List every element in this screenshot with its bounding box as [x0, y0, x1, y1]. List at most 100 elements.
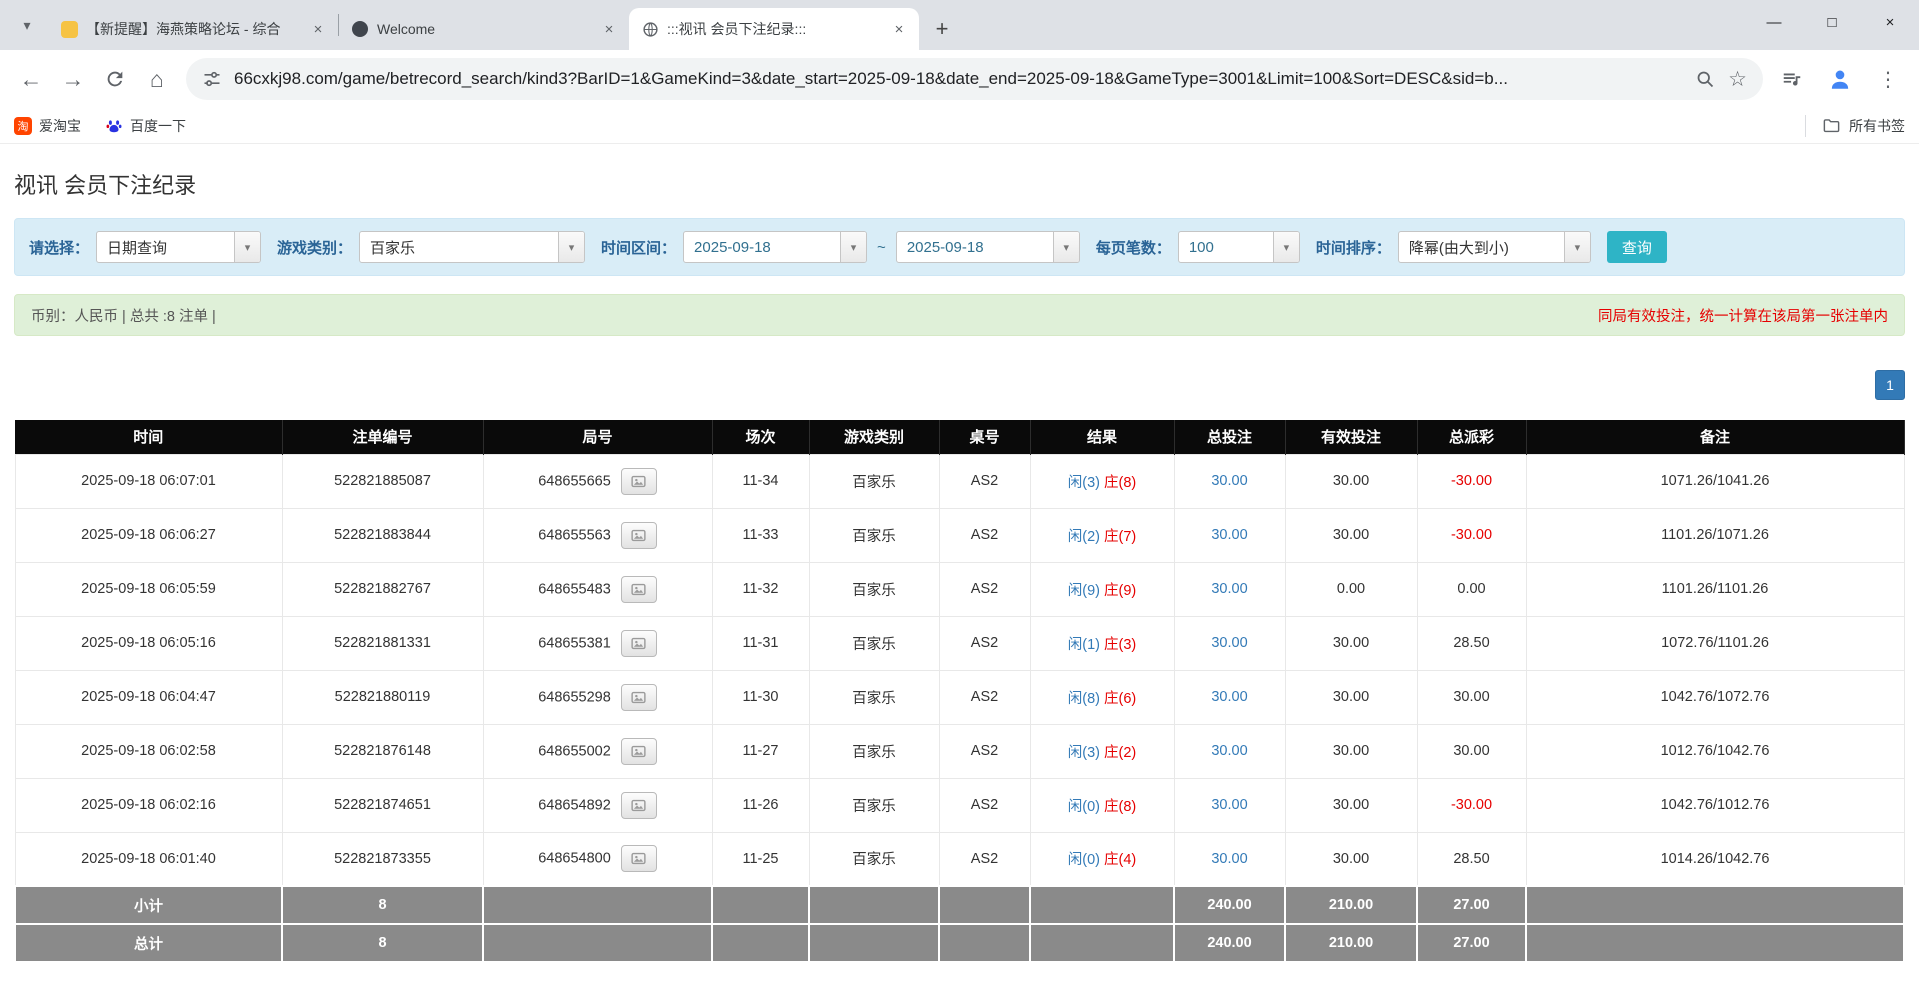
cell-total-bet[interactable]: 30.00: [1174, 508, 1285, 562]
date-end-input[interactable]: 2025-09-18 ▾: [896, 231, 1080, 263]
cell-time: 2025-09-18 06:04:47: [15, 670, 282, 724]
tab-welcome[interactable]: Welcome ×: [339, 8, 629, 50]
profile-avatar[interactable]: [1819, 58, 1861, 100]
cell-total-bet[interactable]: 30.00: [1174, 724, 1285, 778]
cell-game: 百家乐: [809, 616, 939, 670]
tab-close-icon[interactable]: ×: [599, 19, 619, 39]
site-settings-icon[interactable]: [202, 69, 222, 89]
tab-close-icon[interactable]: ×: [889, 19, 909, 39]
back-button[interactable]: ←: [10, 58, 52, 100]
round-replay-button[interactable]: [621, 468, 657, 495]
col-result: 结果: [1030, 420, 1174, 454]
col-table-no: 桌号: [939, 420, 1030, 454]
cell-table-no: AS2: [939, 724, 1030, 778]
page-size-select[interactable]: 100 ▾: [1178, 231, 1300, 263]
close-window-button[interactable]: ×: [1861, 0, 1919, 44]
summary-bar: 币别：人民币 | 总共 :8 注单 | 同局有效投注，统一计算在该局第一张注单内: [14, 294, 1905, 336]
query-type-select[interactable]: 日期查询 ▾: [96, 231, 261, 263]
cell-valid-bet: 30.00: [1285, 454, 1417, 508]
maximize-button[interactable]: □: [1803, 0, 1861, 44]
cell-payout: 28.50: [1417, 616, 1526, 670]
grand-total-label: 总计: [15, 924, 282, 962]
round-replay-button[interactable]: [621, 576, 657, 603]
card-image-icon: [630, 689, 647, 706]
grand-total-total-bet: 240.00: [1174, 924, 1285, 962]
all-bookmarks[interactable]: 所有书签: [1805, 115, 1905, 137]
banker-result: 庄(8): [1104, 799, 1136, 815]
cell-total-bet[interactable]: 30.00: [1174, 670, 1285, 724]
cell-table-no: AS2: [939, 562, 1030, 616]
round-replay-button[interactable]: [621, 684, 657, 711]
minimize-button[interactable]: —: [1745, 0, 1803, 44]
round-replay-button[interactable]: [621, 792, 657, 819]
home-button[interactable]: ⌂: [136, 58, 178, 100]
round-replay-button[interactable]: [621, 522, 657, 549]
new-tab-button[interactable]: +: [927, 14, 957, 44]
cell-round-id: 648655563: [483, 508, 712, 562]
cell-payout: -30.00: [1417, 778, 1526, 832]
cell-note: 1071.26/1041.26: [1526, 454, 1904, 508]
cell-bet-id: 522821873355: [282, 832, 483, 886]
game-category-select[interactable]: 百家乐 ▾: [359, 231, 585, 263]
round-replay-button[interactable]: [621, 845, 657, 872]
search-button[interactable]: 查询: [1607, 231, 1667, 263]
tab-strip: ▾ 【新提醒】海燕策略论坛 - 综合 × Welcome × :::视讯 会员下…: [0, 0, 1919, 50]
round-id-text: 648655298: [538, 689, 611, 705]
cell-session: 11-33: [712, 508, 809, 562]
date-start-input[interactable]: 2025-09-18 ▾: [683, 231, 867, 263]
forum-favicon-icon: [60, 20, 78, 38]
bookmark-star-icon[interactable]: ☆: [1728, 67, 1747, 92]
page-1-button[interactable]: 1: [1875, 370, 1905, 400]
media-control-button[interactable]: [1771, 58, 1813, 100]
cell-table-no: AS2: [939, 832, 1030, 886]
col-note: 备注: [1526, 420, 1904, 454]
forward-button[interactable]: →: [52, 58, 94, 100]
browser-menu-button[interactable]: ⋮: [1867, 58, 1909, 100]
cell-total-bet[interactable]: 30.00: [1174, 778, 1285, 832]
cell-session: 11-27: [712, 724, 809, 778]
game-category-label: 游戏类别：: [277, 237, 352, 258]
cell-total-bet[interactable]: 30.00: [1174, 616, 1285, 670]
chevron-down-icon[interactable]: ▾: [1053, 232, 1079, 262]
table-row: 2025-09-18 06:02:16 522821874651 6486548…: [15, 778, 1904, 832]
tab-bet-records[interactable]: :::视讯 会员下注纪录::: ×: [629, 8, 919, 50]
col-time: 时间: [15, 420, 282, 454]
tab-forum[interactable]: 【新提醒】海燕策略论坛 - 综合 ×: [48, 8, 338, 50]
cell-payout: 0.00: [1417, 562, 1526, 616]
chevron-down-icon[interactable]: ▾: [840, 232, 866, 262]
cell-total-bet[interactable]: 30.00: [1174, 454, 1285, 508]
cell-total-bet[interactable]: 30.00: [1174, 562, 1285, 616]
cell-time: 2025-09-18 06:07:01: [15, 454, 282, 508]
cell-round-id: 648655483: [483, 562, 712, 616]
cell-total-bet[interactable]: 30.00: [1174, 832, 1285, 886]
tab-search-button[interactable]: ▾: [10, 8, 44, 42]
col-game-category: 游戏类别: [809, 420, 939, 454]
chevron-down-icon[interactable]: ▾: [1564, 232, 1590, 262]
round-replay-button[interactable]: [621, 738, 657, 765]
chevron-down-icon[interactable]: ▾: [1273, 232, 1299, 262]
sort-order-select[interactable]: 降幂(由大到小) ▾: [1398, 231, 1591, 263]
chevron-down-icon[interactable]: ▾: [234, 232, 260, 262]
chevron-down-icon[interactable]: ▾: [558, 232, 584, 262]
tab-title: :::视讯 会员下注纪录:::: [667, 19, 881, 39]
card-image-icon: [630, 743, 647, 760]
player-result: 闲(0): [1068, 799, 1100, 815]
address-bar[interactable]: 66cxkj98.com/game/betrecord_search/kind3…: [186, 58, 1763, 100]
page-title: 视讯 会员下注纪录: [14, 168, 1905, 200]
grand-total-valid-bet: 210.00: [1285, 924, 1417, 962]
banker-result: 庄(4): [1104, 852, 1136, 868]
tab-close-icon[interactable]: ×: [308, 19, 328, 39]
url-text[interactable]: 66cxkj98.com/game/betrecord_search/kind3…: [234, 69, 1683, 89]
cell-time: 2025-09-18 06:02:16: [15, 778, 282, 832]
subtotal-row: 小计 8 240.00 210.00 27.00: [15, 886, 1904, 924]
refresh-button[interactable]: [94, 58, 136, 100]
table-row: 2025-09-18 06:07:01 522821885087 6486556…: [15, 454, 1904, 508]
zoom-icon[interactable]: [1695, 69, 1716, 90]
cell-round-id: 648655381: [483, 616, 712, 670]
cell-result: 闲(9)庄(9): [1030, 562, 1174, 616]
bookmark-baidu[interactable]: 百度一下: [105, 116, 186, 136]
bookmark-aitaobao[interactable]: 淘 爱淘宝: [14, 116, 81, 136]
round-replay-button[interactable]: [621, 630, 657, 657]
col-payout: 总派彩: [1417, 420, 1526, 454]
taobao-icon: 淘: [14, 117, 32, 135]
